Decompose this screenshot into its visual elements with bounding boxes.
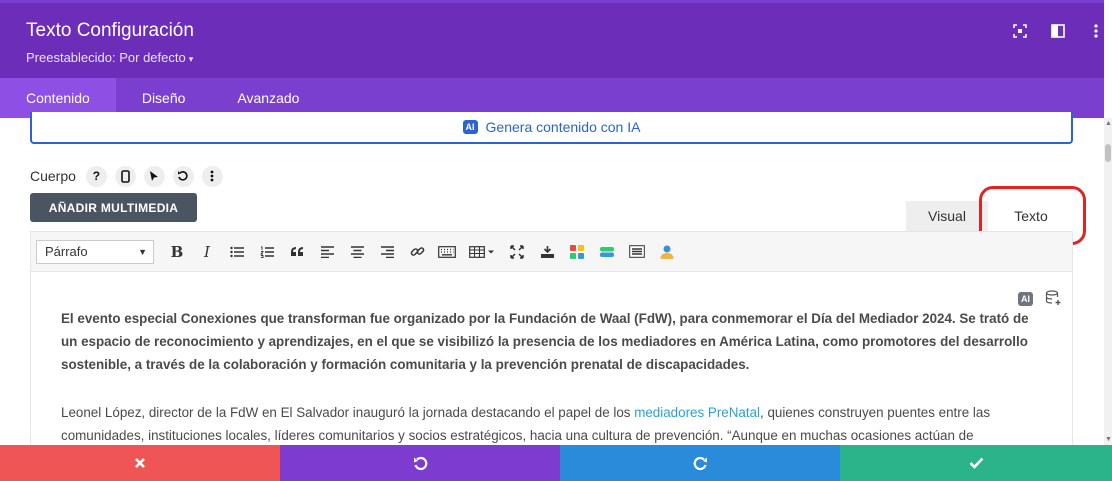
undo-button[interactable] [280, 445, 560, 481]
numbered-list-icon[interactable] [252, 238, 282, 266]
modal-title: Texto Configuración [26, 20, 194, 41]
divider-icon[interactable] [622, 238, 652, 266]
ai-generate-button[interactable]: AI Genera contenido con IA [30, 112, 1073, 144]
dropdown-arrow-icon: ▼ [138, 246, 147, 257]
insert-block-icon[interactable] [532, 238, 562, 266]
check-icon [969, 457, 983, 469]
body-field-header: Cuerpo ? [30, 165, 223, 187]
paragraph-1: El evento especial Conexiones que transf… [61, 311, 1029, 372]
redo-icon [693, 456, 707, 470]
preset-selector[interactable]: Preestablecido: Por defecto ▾ [26, 50, 193, 65]
editor-side-tools: AI [1018, 290, 1062, 308]
align-right-icon[interactable] [372, 238, 402, 266]
table-icon[interactable] [462, 238, 502, 266]
button-element-icon[interactable] [592, 238, 622, 266]
more-options-icon[interactable] [201, 165, 223, 187]
ai-assist-icon[interactable]: AI [1018, 292, 1033, 306]
author-box-icon[interactable] [652, 238, 682, 266]
close-icon [135, 458, 145, 468]
save-button[interactable] [840, 445, 1112, 481]
mediadores-prenatal-link[interactable]: mediadores PreNatal [634, 405, 760, 420]
align-left-icon[interactable] [312, 238, 342, 266]
focus-icon[interactable] [1012, 23, 1028, 39]
ai-icon: AI [462, 120, 478, 134]
rich-text-editor: Párrafo ▼ B I AI El evento especial Cone… [30, 231, 1073, 451]
tab-texto[interactable]: Texto [988, 201, 1074, 231]
modal-header: Texto Configuración Preestablecido: Por … [0, 0, 1104, 78]
paragraph-2: Leonel López, director de la FdW en El S… [61, 401, 1041, 447]
editor-content[interactable]: El evento especial Conexiones que transf… [61, 307, 1041, 447]
reset-icon[interactable] [172, 165, 194, 187]
link-icon[interactable] [402, 238, 432, 266]
preset-label: Preestablecido: Por defecto [26, 50, 186, 65]
help-icon[interactable]: ? [85, 165, 107, 187]
tab-visual[interactable]: Visual [906, 201, 988, 231]
redo-button[interactable] [560, 445, 840, 481]
format-select-value: Párrafo [45, 244, 88, 259]
more-vertical-icon[interactable] [1088, 23, 1104, 39]
mobile-icon[interactable] [114, 165, 136, 187]
scroll-down-icon[interactable]: ▼ [1105, 436, 1112, 443]
split-view-icon[interactable] [1050, 23, 1066, 39]
paragraph-2-text-start: Leonel López, director de la FdW en El S… [61, 405, 635, 420]
blockquote-icon[interactable] [282, 238, 312, 266]
ai-generate-label: Genera contenido con IA [485, 119, 641, 135]
scroll-up-icon[interactable]: ▲ [1105, 120, 1112, 127]
bold-icon[interactable]: B [162, 238, 192, 266]
keyboard-icon[interactable] [432, 238, 462, 266]
layout-blocks-icon[interactable] [562, 238, 592, 266]
italic-icon[interactable]: I [192, 238, 222, 266]
cursor-icon[interactable] [143, 165, 165, 187]
header-actions [1012, 23, 1104, 39]
editor-toolbar: Párrafo ▼ B I [31, 232, 1072, 272]
bullet-list-icon[interactable] [222, 238, 252, 266]
cancel-button[interactable] [0, 445, 280, 481]
fullscreen-icon[interactable] [502, 238, 532, 266]
body-field-label: Cuerpo [30, 168, 76, 184]
undo-icon [413, 456, 427, 470]
align-center-icon[interactable] [342, 238, 372, 266]
add-media-button[interactable]: AÑADIR MULTIMEDIA [30, 193, 197, 222]
modal-action-bar [0, 445, 1112, 481]
settings-modal: Texto Configuración Preestablecido: Por … [0, 0, 1112, 481]
dynamic-content-icon[interactable] [1045, 290, 1062, 308]
caret-down-icon: ▾ [188, 54, 194, 64]
scrollbar[interactable]: ▲ ▼ [1104, 118, 1112, 445]
paragraph-format-select[interactable]: Párrafo ▼ [36, 239, 154, 264]
editor-mode-tabs: Visual Texto [906, 201, 1074, 231]
scroll-thumb[interactable] [1105, 144, 1111, 162]
